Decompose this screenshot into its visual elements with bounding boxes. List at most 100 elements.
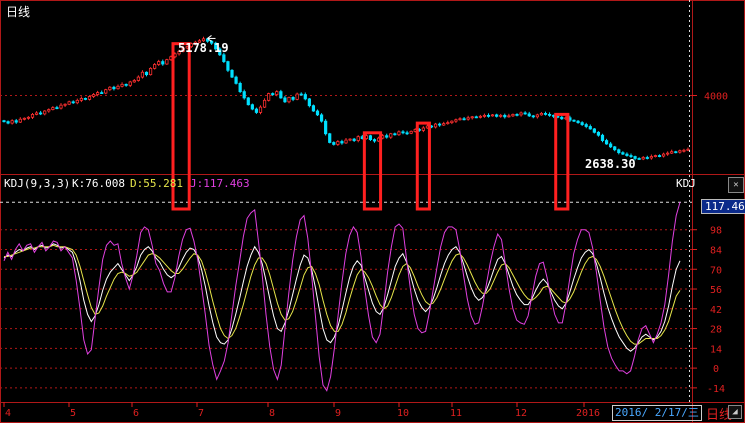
highlight-box [554, 112, 570, 211]
candle-body [340, 141, 344, 144]
candle-body [234, 76, 238, 84]
highlight-box [362, 131, 383, 211]
candle-body [372, 139, 377, 142]
candle-body [352, 138, 356, 141]
candle-body [401, 131, 405, 134]
candle-body [39, 112, 43, 115]
candle-body [108, 86, 112, 91]
kdj-series-k [3, 243, 681, 352]
candle-body [499, 114, 503, 117]
kdj-right-tag: KDJ [676, 177, 696, 190]
candle-body [136, 76, 140, 81]
candle-body [132, 80, 136, 83]
candle-body [625, 153, 629, 156]
candle-body [96, 92, 100, 95]
candle-body [71, 101, 75, 104]
kdj-current-value: 117.46 [701, 199, 745, 214]
outer-frame [0, 0, 745, 423]
candle-body [368, 135, 373, 140]
candle-body [275, 91, 279, 95]
candle-body [100, 92, 104, 94]
collapse-panel-button[interactable]: ✕ [728, 177, 744, 193]
candle-body [262, 99, 267, 108]
kdj-k-label: K:76.008 [72, 177, 125, 190]
month-tick-label: 12 [515, 408, 527, 419]
candle-body [495, 114, 499, 117]
low-price-annotation: 2638.30 [585, 157, 636, 171]
candle-body [116, 85, 120, 90]
candle-body [79, 98, 83, 101]
candle-body [621, 152, 625, 155]
candle-body [161, 61, 165, 65]
chart-canvas[interactable]: 4000-140142842567084984 5 6 7 8 9 10 11 12 2016 [0, 0, 745, 423]
kdj-series-d [4, 244, 681, 345]
candle-body [140, 71, 145, 78]
kdj-tick-label: 42 [710, 305, 722, 316]
candle-body [682, 149, 686, 152]
candle-body [87, 96, 92, 100]
settings-icon[interactable]: ◢ [728, 405, 742, 419]
candle-body [128, 81, 132, 86]
candle-body [299, 93, 303, 96]
kdj-tick-label: 70 [710, 265, 722, 276]
candle-body [153, 64, 157, 69]
candle-body [674, 151, 678, 154]
candle-body [124, 83, 128, 86]
candle-body [315, 110, 320, 116]
candle-body [511, 113, 515, 117]
candle-body [148, 67, 153, 76]
candle-body [641, 157, 645, 160]
candle-body [617, 149, 621, 154]
candle-body [26, 116, 31, 119]
candle-body [645, 157, 649, 159]
candle-body [112, 86, 116, 90]
candle-body [67, 101, 71, 105]
candle-body [666, 152, 670, 155]
candle-body [657, 155, 662, 157]
candle-body [433, 123, 438, 128]
candle-body [592, 128, 596, 133]
candle-body [242, 91, 246, 99]
kdj-tick-label: 98 [710, 226, 722, 237]
month-tick-label: 6 [133, 408, 139, 419]
month-tick-label: 2016 [576, 408, 600, 419]
candle-body [328, 133, 332, 143]
candle-body [442, 123, 446, 126]
candle-body [83, 98, 88, 100]
candle-body [438, 123, 442, 126]
candle-body [348, 138, 352, 141]
candle-body [661, 153, 666, 157]
kdj-d-label: D:55.281 [130, 177, 183, 190]
stock-chart-window[interactable]: 4000 -14 0 14 28 42 56 70 84 98 4 5 6 7 8 9 10 11 12 2016 日… [0, 0, 745, 423]
candle-body [474, 116, 478, 119]
candle-body [22, 117, 26, 120]
candle-body [507, 115, 511, 118]
candle-body [686, 148, 690, 151]
candle-body [458, 118, 462, 121]
candle-body [470, 116, 474, 119]
candle-body [267, 93, 271, 101]
candle-body [397, 131, 401, 136]
candle-body [319, 114, 324, 122]
candle-body [482, 114, 487, 117]
candle-body [51, 107, 55, 110]
candle-body [47, 109, 51, 112]
candle-body [678, 150, 682, 153]
cursor-date: 2016/ 2/17/三 [612, 405, 702, 421]
candle-body [580, 122, 584, 125]
kdj-tick-label: 0 [713, 364, 719, 375]
candle-body [531, 115, 535, 118]
candle-body [596, 131, 601, 136]
month-tick-label: 10 [397, 408, 409, 419]
candle-body [30, 113, 35, 118]
candle-body [409, 130, 413, 134]
candle-body [287, 97, 291, 103]
candle-body [385, 135, 389, 138]
candle-body [258, 106, 263, 113]
candle-body [10, 120, 14, 124]
candle-body [18, 118, 22, 123]
candle-body [478, 115, 482, 118]
month-tick-label: 9 [335, 408, 341, 419]
kdj-j-label: J:117.463 [190, 177, 250, 190]
candle-body [600, 134, 605, 141]
